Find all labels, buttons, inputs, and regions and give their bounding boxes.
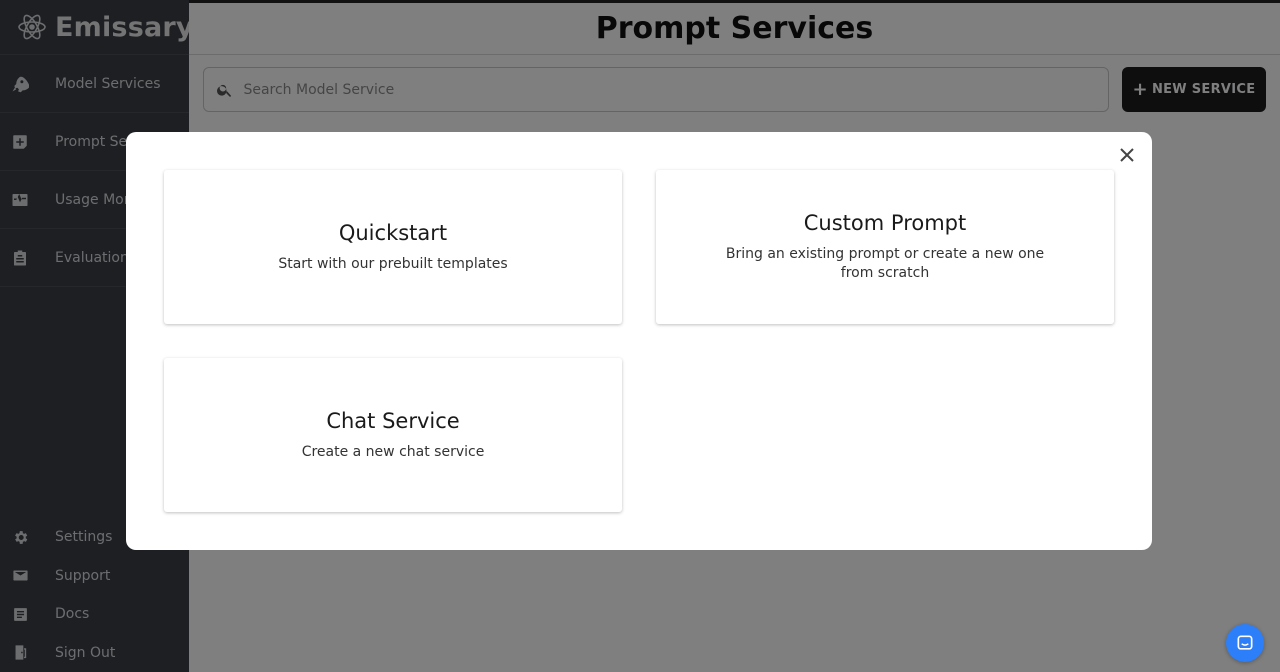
chat-service-card[interactable]: Chat Service Create a new chat service bbox=[164, 358, 622, 512]
chat-launcher-button[interactable] bbox=[1226, 624, 1264, 662]
card-description: Start with our prebuilt templates bbox=[278, 255, 508, 272]
chat-icon bbox=[1237, 635, 1253, 650]
card-title: Quickstart bbox=[338, 220, 448, 245]
close-icon bbox=[1120, 148, 1134, 162]
custom-prompt-card[interactable]: Custom Prompt Bring an existing prompt o… bbox=[656, 170, 1114, 324]
close-button[interactable] bbox=[1118, 146, 1136, 164]
card-description: Bring an existing prompt or create a new… bbox=[725, 246, 1045, 281]
card-description: Create a new chat service bbox=[301, 443, 485, 460]
quickstart-card[interactable]: Quickstart Start with our prebuilt templ… bbox=[164, 170, 622, 324]
new-service-modal: Quickstart Start with our prebuilt templ… bbox=[126, 132, 1152, 550]
card-title: Chat Service bbox=[326, 408, 460, 433]
card-title: Custom Prompt bbox=[803, 211, 967, 235]
